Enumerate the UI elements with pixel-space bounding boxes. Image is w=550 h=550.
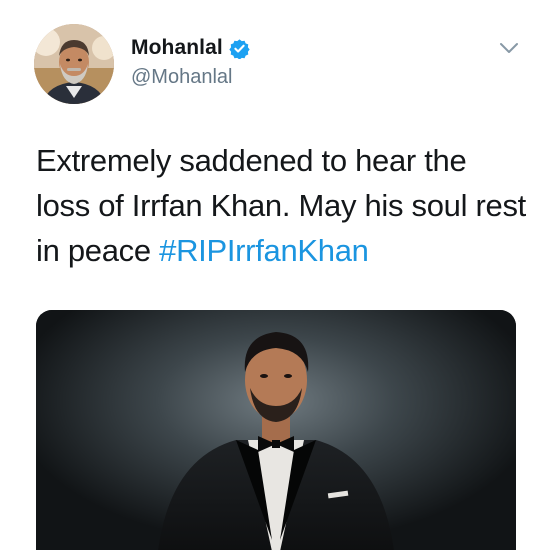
chevron-down-icon[interactable] bbox=[498, 40, 520, 56]
user-handle[interactable]: @Mohanlal bbox=[131, 66, 232, 89]
display-name[interactable]: Mohanlal bbox=[131, 36, 223, 60]
verified-badge-icon bbox=[229, 38, 250, 60]
tweet-card: Mohanlal @Mohanlal Extremely saddened to… bbox=[0, 0, 550, 550]
tweet-photo[interactable] bbox=[36, 310, 516, 550]
avatar[interactable] bbox=[34, 24, 114, 104]
hashtag-link[interactable]: #RIPIrrfanKhan bbox=[159, 233, 369, 268]
author-name-row: Mohanlal bbox=[131, 36, 250, 60]
tweet-text: Extremely saddened to hear the loss of I… bbox=[36, 138, 526, 273]
